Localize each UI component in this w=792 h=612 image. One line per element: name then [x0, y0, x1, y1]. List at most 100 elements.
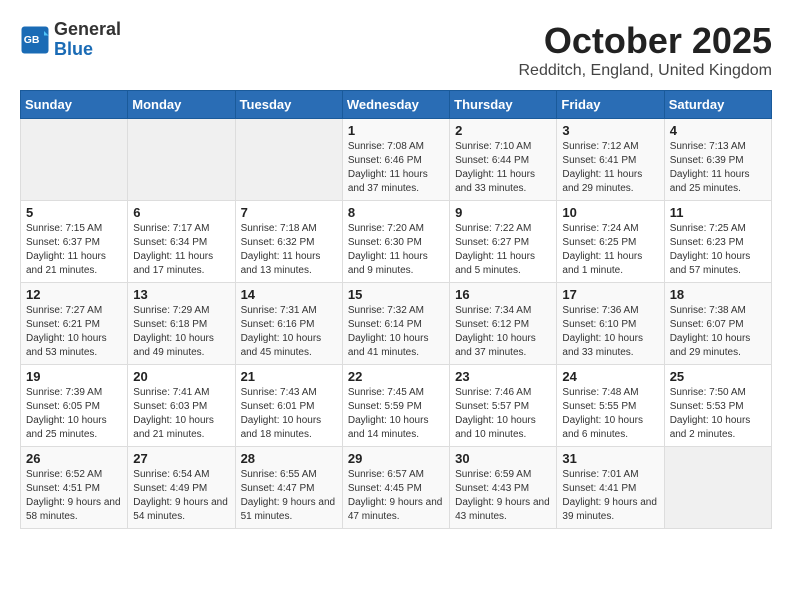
calendar-cell: 4 Sunrise: 7:13 AMSunset: 6:39 PMDaylight… — [664, 119, 771, 201]
calendar-cell: 15 Sunrise: 7:32 AMSunset: 6:14 PMDayligh… — [342, 283, 449, 365]
logo-text: General Blue — [54, 20, 121, 60]
calendar-cell: 3 Sunrise: 7:12 AMSunset: 6:41 PMDaylight… — [557, 119, 664, 201]
day-number: 19 — [26, 369, 122, 384]
day-number: 20 — [133, 369, 229, 384]
logo-icon: GB — [20, 25, 50, 55]
day-number: 4 — [670, 123, 766, 138]
weekday-header-friday: Friday — [557, 91, 664, 119]
calendar-cell — [664, 447, 771, 529]
calendar-cell: 11 Sunrise: 7:25 AMSunset: 6:23 PMDayligh… — [664, 201, 771, 283]
day-number: 26 — [26, 451, 122, 466]
calendar-cell: 16 Sunrise: 7:34 AMSunset: 6:12 PMDayligh… — [450, 283, 557, 365]
day-info: Sunrise: 7:01 AMSunset: 4:41 PMDaylight:… — [562, 468, 658, 524]
calendar-cell: 9 Sunrise: 7:22 AMSunset: 6:27 PMDaylight… — [450, 201, 557, 283]
day-number: 7 — [241, 205, 337, 220]
day-number: 24 — [562, 369, 658, 384]
weekday-header-sunday: Sunday — [21, 91, 128, 119]
day-info: Sunrise: 6:52 AMSunset: 4:51 PMDaylight:… — [26, 468, 122, 524]
calendar-cell: 29Sunrise: 6:57 AMSunset: 4:45 PMDayligh… — [342, 447, 449, 529]
day-info: Sunrise: 6:59 AMSunset: 4:43 PMDaylight:… — [455, 468, 551, 524]
calendar-cell: 27 Sunrise: 6:54 AMSunset: 4:49 PMDayligh… — [128, 447, 235, 529]
day-number: 16 — [455, 287, 551, 302]
day-number: 13 — [133, 287, 229, 302]
day-number: 8 — [348, 205, 444, 220]
day-info: Sunrise: 7:22 AMSunset: 6:27 PMDaylight:… — [455, 222, 551, 278]
day-number: 17 — [562, 287, 658, 302]
month-title: October 2025 — [519, 20, 773, 62]
weekday-header-wednesday: Wednesday — [342, 91, 449, 119]
calendar-cell: 28 Sunrise: 6:55 AMSunset: 4:47 PMDayligh… — [235, 447, 342, 529]
calendar-cell: 25Sunrise: 7:50 AMSunset: 5:53 PMDayligh… — [664, 365, 771, 447]
location: Redditch, England, United Kingdom — [519, 62, 773, 80]
day-info: Sunrise: 7:10 AMSunset: 6:44 PMDaylight:… — [455, 140, 551, 196]
calendar-week-row: 12Sunrise: 7:27 AMSunset: 6:21 PMDayligh… — [21, 283, 772, 365]
calendar-cell — [128, 119, 235, 201]
calendar-week-row: 19 Sunrise: 7:39 AMSunset: 6:05 PMDayligh… — [21, 365, 772, 447]
weekday-header-tuesday: Tuesday — [235, 91, 342, 119]
calendar-cell: 14Sunrise: 7:31 AMSunset: 6:16 PMDayligh… — [235, 283, 342, 365]
day-info: Sunrise: 7:08 AMSunset: 6:46 PMDaylight:… — [348, 140, 444, 196]
day-info: Sunrise: 6:55 AMSunset: 4:47 PMDaylight:… — [241, 468, 337, 524]
calendar-cell: 5 Sunrise: 7:15 AMSunset: 6:37 PMDaylight… — [21, 201, 128, 283]
day-info: Sunrise: 7:27 AMSunset: 6:21 PMDaylight:… — [26, 304, 122, 360]
day-number: 14 — [241, 287, 337, 302]
calendar-cell: 1 Sunrise: 7:08 AMSunset: 6:46 PMDaylight… — [342, 119, 449, 201]
calendar-week-row: 26 Sunrise: 6:52 AMSunset: 4:51 PMDayligh… — [21, 447, 772, 529]
day-info: Sunrise: 7:41 AMSunset: 6:03 PMDaylight:… — [133, 386, 229, 442]
day-number: 15 — [348, 287, 444, 302]
day-info: Sunrise: 7:46 AMSunset: 5:57 PMDaylight:… — [455, 386, 551, 442]
calendar-cell: 7 Sunrise: 7:18 AMSunset: 6:32 PMDaylight… — [235, 201, 342, 283]
calendar-cell: 23 Sunrise: 7:46 AMSunset: 5:57 PMDayligh… — [450, 365, 557, 447]
calendar-cell: 6 Sunrise: 7:17 AMSunset: 6:34 PMDaylight… — [128, 201, 235, 283]
calendar-cell: 30 Sunrise: 6:59 AMSunset: 4:43 PMDayligh… — [450, 447, 557, 529]
calendar-cell — [235, 119, 342, 201]
day-number: 23 — [455, 369, 551, 384]
day-number: 2 — [455, 123, 551, 138]
calendar-cell: 17 Sunrise: 7:36 AMSunset: 6:10 PMDayligh… — [557, 283, 664, 365]
day-info: Sunrise: 7:38 AMSunset: 6:07 PMDaylight:… — [670, 304, 766, 360]
day-number: 3 — [562, 123, 658, 138]
day-info: Sunrise: 7:17 AMSunset: 6:34 PMDaylight:… — [133, 222, 229, 278]
calendar-week-row: 1 Sunrise: 7:08 AMSunset: 6:46 PMDaylight… — [21, 119, 772, 201]
day-info: Sunrise: 7:34 AMSunset: 6:12 PMDaylight:… — [455, 304, 551, 360]
day-info: Sunrise: 7:48 AMSunset: 5:55 PMDaylight:… — [562, 386, 658, 442]
title-block: October 2025 Redditch, England, United K… — [519, 20, 773, 80]
logo: GB General Blue — [20, 20, 121, 60]
day-number: 21 — [241, 369, 337, 384]
day-number: 27 — [133, 451, 229, 466]
day-number: 28 — [241, 451, 337, 466]
calendar-cell: 24 Sunrise: 7:48 AMSunset: 5:55 PMDayligh… — [557, 365, 664, 447]
weekday-header-thursday: Thursday — [450, 91, 557, 119]
day-number: 18 — [670, 287, 766, 302]
day-info: Sunrise: 7:15 AMSunset: 6:37 PMDaylight:… — [26, 222, 122, 278]
day-info: Sunrise: 7:13 AMSunset: 6:39 PMDaylight:… — [670, 140, 766, 196]
day-info: Sunrise: 7:50 AMSunset: 5:53 PMDaylight:… — [670, 386, 766, 442]
day-info: Sunrise: 7:12 AMSunset: 6:41 PMDaylight:… — [562, 140, 658, 196]
day-info: Sunrise: 7:32 AMSunset: 6:14 PMDaylight:… — [348, 304, 444, 360]
day-info: Sunrise: 7:36 AMSunset: 6:10 PMDaylight:… — [562, 304, 658, 360]
day-info: Sunrise: 7:39 AMSunset: 6:05 PMDaylight:… — [26, 386, 122, 442]
calendar-cell: 22Sunrise: 7:45 AMSunset: 5:59 PMDayligh… — [342, 365, 449, 447]
day-info: Sunrise: 7:45 AMSunset: 5:59 PMDaylight:… — [348, 386, 444, 442]
logo-general-text: General — [54, 19, 121, 39]
calendar-cell: 10Sunrise: 7:24 AMSunset: 6:25 PMDayligh… — [557, 201, 664, 283]
weekday-header-saturday: Saturday — [664, 91, 771, 119]
day-info: Sunrise: 7:18 AMSunset: 6:32 PMDaylight:… — [241, 222, 337, 278]
calendar-cell: 21 Sunrise: 7:43 AMSunset: 6:01 PMDayligh… — [235, 365, 342, 447]
day-number: 30 — [455, 451, 551, 466]
day-number: 11 — [670, 205, 766, 220]
day-info: Sunrise: 6:54 AMSunset: 4:49 PMDaylight:… — [133, 468, 229, 524]
calendar-week-row: 5 Sunrise: 7:15 AMSunset: 6:37 PMDaylight… — [21, 201, 772, 283]
day-number: 10 — [562, 205, 658, 220]
day-number: 6 — [133, 205, 229, 220]
header: GB General Blue October 2025 Redditch, E… — [20, 20, 772, 80]
calendar-cell: 2 Sunrise: 7:10 AMSunset: 6:44 PMDaylight… — [450, 119, 557, 201]
day-info: Sunrise: 7:25 AMSunset: 6:23 PMDaylight:… — [670, 222, 766, 278]
day-number: 1 — [348, 123, 444, 138]
day-number: 5 — [26, 205, 122, 220]
day-info: Sunrise: 7:43 AMSunset: 6:01 PMDaylight:… — [241, 386, 337, 442]
calendar-cell: 8 Sunrise: 7:20 AMSunset: 6:30 PMDaylight… — [342, 201, 449, 283]
day-number: 9 — [455, 205, 551, 220]
calendar-table: SundayMondayTuesdayWednesdayThursdayFrid… — [20, 90, 772, 529]
day-info: Sunrise: 7:20 AMSunset: 6:30 PMDaylight:… — [348, 222, 444, 278]
